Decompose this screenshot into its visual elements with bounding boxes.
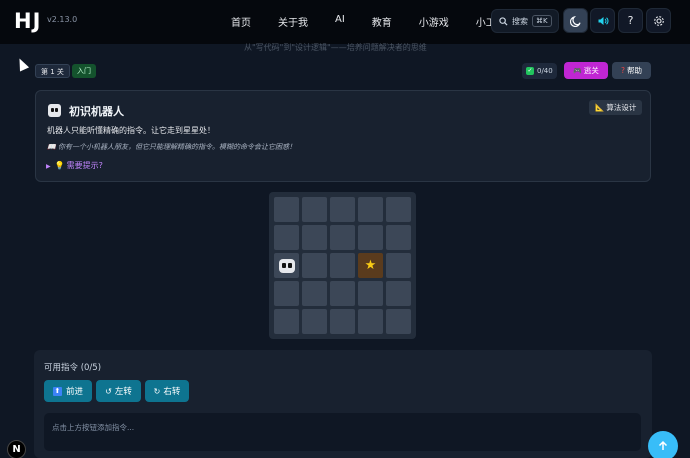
star-icon: ★ [364,258,377,273]
search-button[interactable]: 搜索 ⌘K [491,9,559,33]
available-commands-label: 可用指令 (0/5) [44,363,102,373]
rotate-left-icon: ↺ [105,386,112,396]
level-title: 初识机器人 [69,105,124,118]
hint-toggle[interactable]: ▶ 💡 需要提示? [46,160,103,171]
grid-cell [358,309,383,334]
grid-cell [302,309,327,334]
grid-cell [386,253,411,278]
progress-counter: ✓ 0/40 [522,63,557,79]
arrow-up-icon [658,440,668,450]
command-sequence-area[interactable]: 点击上方按钮添加指令... [44,413,641,451]
search-icon [499,16,508,26]
grid-cell [274,253,299,278]
level-story: 📖 你有一个小机器人朋友，但它只能理解精确的指令。模糊的命令会让它困惑！ [47,143,296,151]
turn-right-label: 右转 [163,387,181,397]
nav-links: 首页 关于我 AI 教育 小游戏 小工具 [231,14,533,29]
settings-button[interactable] [646,8,671,33]
grid-cell [386,197,411,222]
grid-cell [330,197,355,222]
grid-cell [386,281,411,306]
scroll-top-button[interactable] [648,431,678,458]
skip-label: 逃关 [583,66,599,75]
question-icon: ? [627,14,634,27]
turn-right-button[interactable]: ↻ 右转 [145,380,189,402]
gear-icon [653,15,664,26]
grid-cell [358,197,383,222]
turn-left-button[interactable]: ↺ 左转 [96,380,141,402]
grid-cell [274,225,299,250]
grid-cell [358,225,383,250]
algorithm-label: 算法设计 [606,103,637,112]
nav-education[interactable]: 教育 [372,14,392,29]
top-nav: HJ v2.13.0 首页 关于我 AI 教育 小游戏 小工具 搜索 ⌘K ? [0,0,690,44]
checkbox-icon: ✓ [526,67,534,75]
grid-cell [330,253,355,278]
robot-icon [48,104,61,117]
grid-cell [358,281,383,306]
forward-label: 前进 [65,387,83,397]
hint-label: 需要提示? [66,161,103,170]
grid-cell [330,225,355,250]
speaker-icon [598,16,608,25]
search-label: 搜索 [512,16,528,26]
help-button[interactable]: ? [618,8,643,33]
version-label: v2.13.0 [47,15,78,24]
logo[interactable]: HJ [14,9,41,33]
grid-cell [330,281,355,306]
nav-games[interactable]: 小游戏 [419,14,449,29]
help-label: 帮助 [626,66,642,75]
nav-about[interactable]: 关于我 [278,14,308,29]
triangle-right-icon: ▶ [46,163,51,170]
grid-cell [274,309,299,334]
search-shortcut: ⌘K [532,15,552,27]
nav-home[interactable]: 首页 [231,14,251,29]
grid-cell [302,253,327,278]
rotate-right-icon: ↻ [153,386,161,396]
progress-label: 0/40 [537,67,553,75]
command-panel: 可用指令 (0/5) ⬆ 前进 ↺ 左转 ↻ 右转 点击上方按钮添加指令... [34,350,652,458]
sound-toggle-button[interactable] [590,8,615,33]
difficulty-badge: 入门 [72,64,96,78]
lightbulb-icon: 💡 [54,161,65,170]
grid-cell [302,197,327,222]
grid-cell [386,225,411,250]
mouse-cursor [14,56,30,72]
level-description: 机器人只能听懂精确的指令。让它走到星星处！ [47,126,215,135]
question-mark-icon: ? [621,66,625,75]
robot-sprite [279,259,295,273]
grid-cell [274,281,299,306]
arrow-up-icon: ⬆ [52,386,62,396]
page-subtitle: 从"写代码"到"设计逻辑"——培养问题解决者的思维 [244,43,427,52]
dev-indicator[interactable]: N [7,440,26,458]
level-card: 初识机器人 📐 算法设计 机器人只能听懂精确的指令。让它走到星星处！ 📖 你有一个… [35,90,651,182]
grid-cell [386,309,411,334]
level-number-badge: 第 1 关 [35,64,70,78]
moon-icon [569,15,581,27]
forward-button[interactable]: ⬆ 前进 [44,380,92,402]
level-help-button[interactable]: ? 帮助 [612,62,651,79]
grid-cell [302,225,327,250]
goal-cell: ★ [358,253,383,278]
gamepad-icon: 🎮 [573,66,582,75]
grid-cell [274,197,299,222]
ruler-icon: 📐 [595,103,605,112]
turn-left-label: 左转 [114,387,132,397]
theme-toggle-button[interactable] [563,8,588,33]
grid-cell [330,309,355,334]
grid-cell [302,281,327,306]
game-grid: ★ [269,192,416,339]
skip-level-button[interactable]: 🎮 逃关 [564,62,608,79]
algorithm-design-button[interactable]: 📐 算法设计 [589,100,643,115]
nav-ai[interactable]: AI [335,14,345,29]
